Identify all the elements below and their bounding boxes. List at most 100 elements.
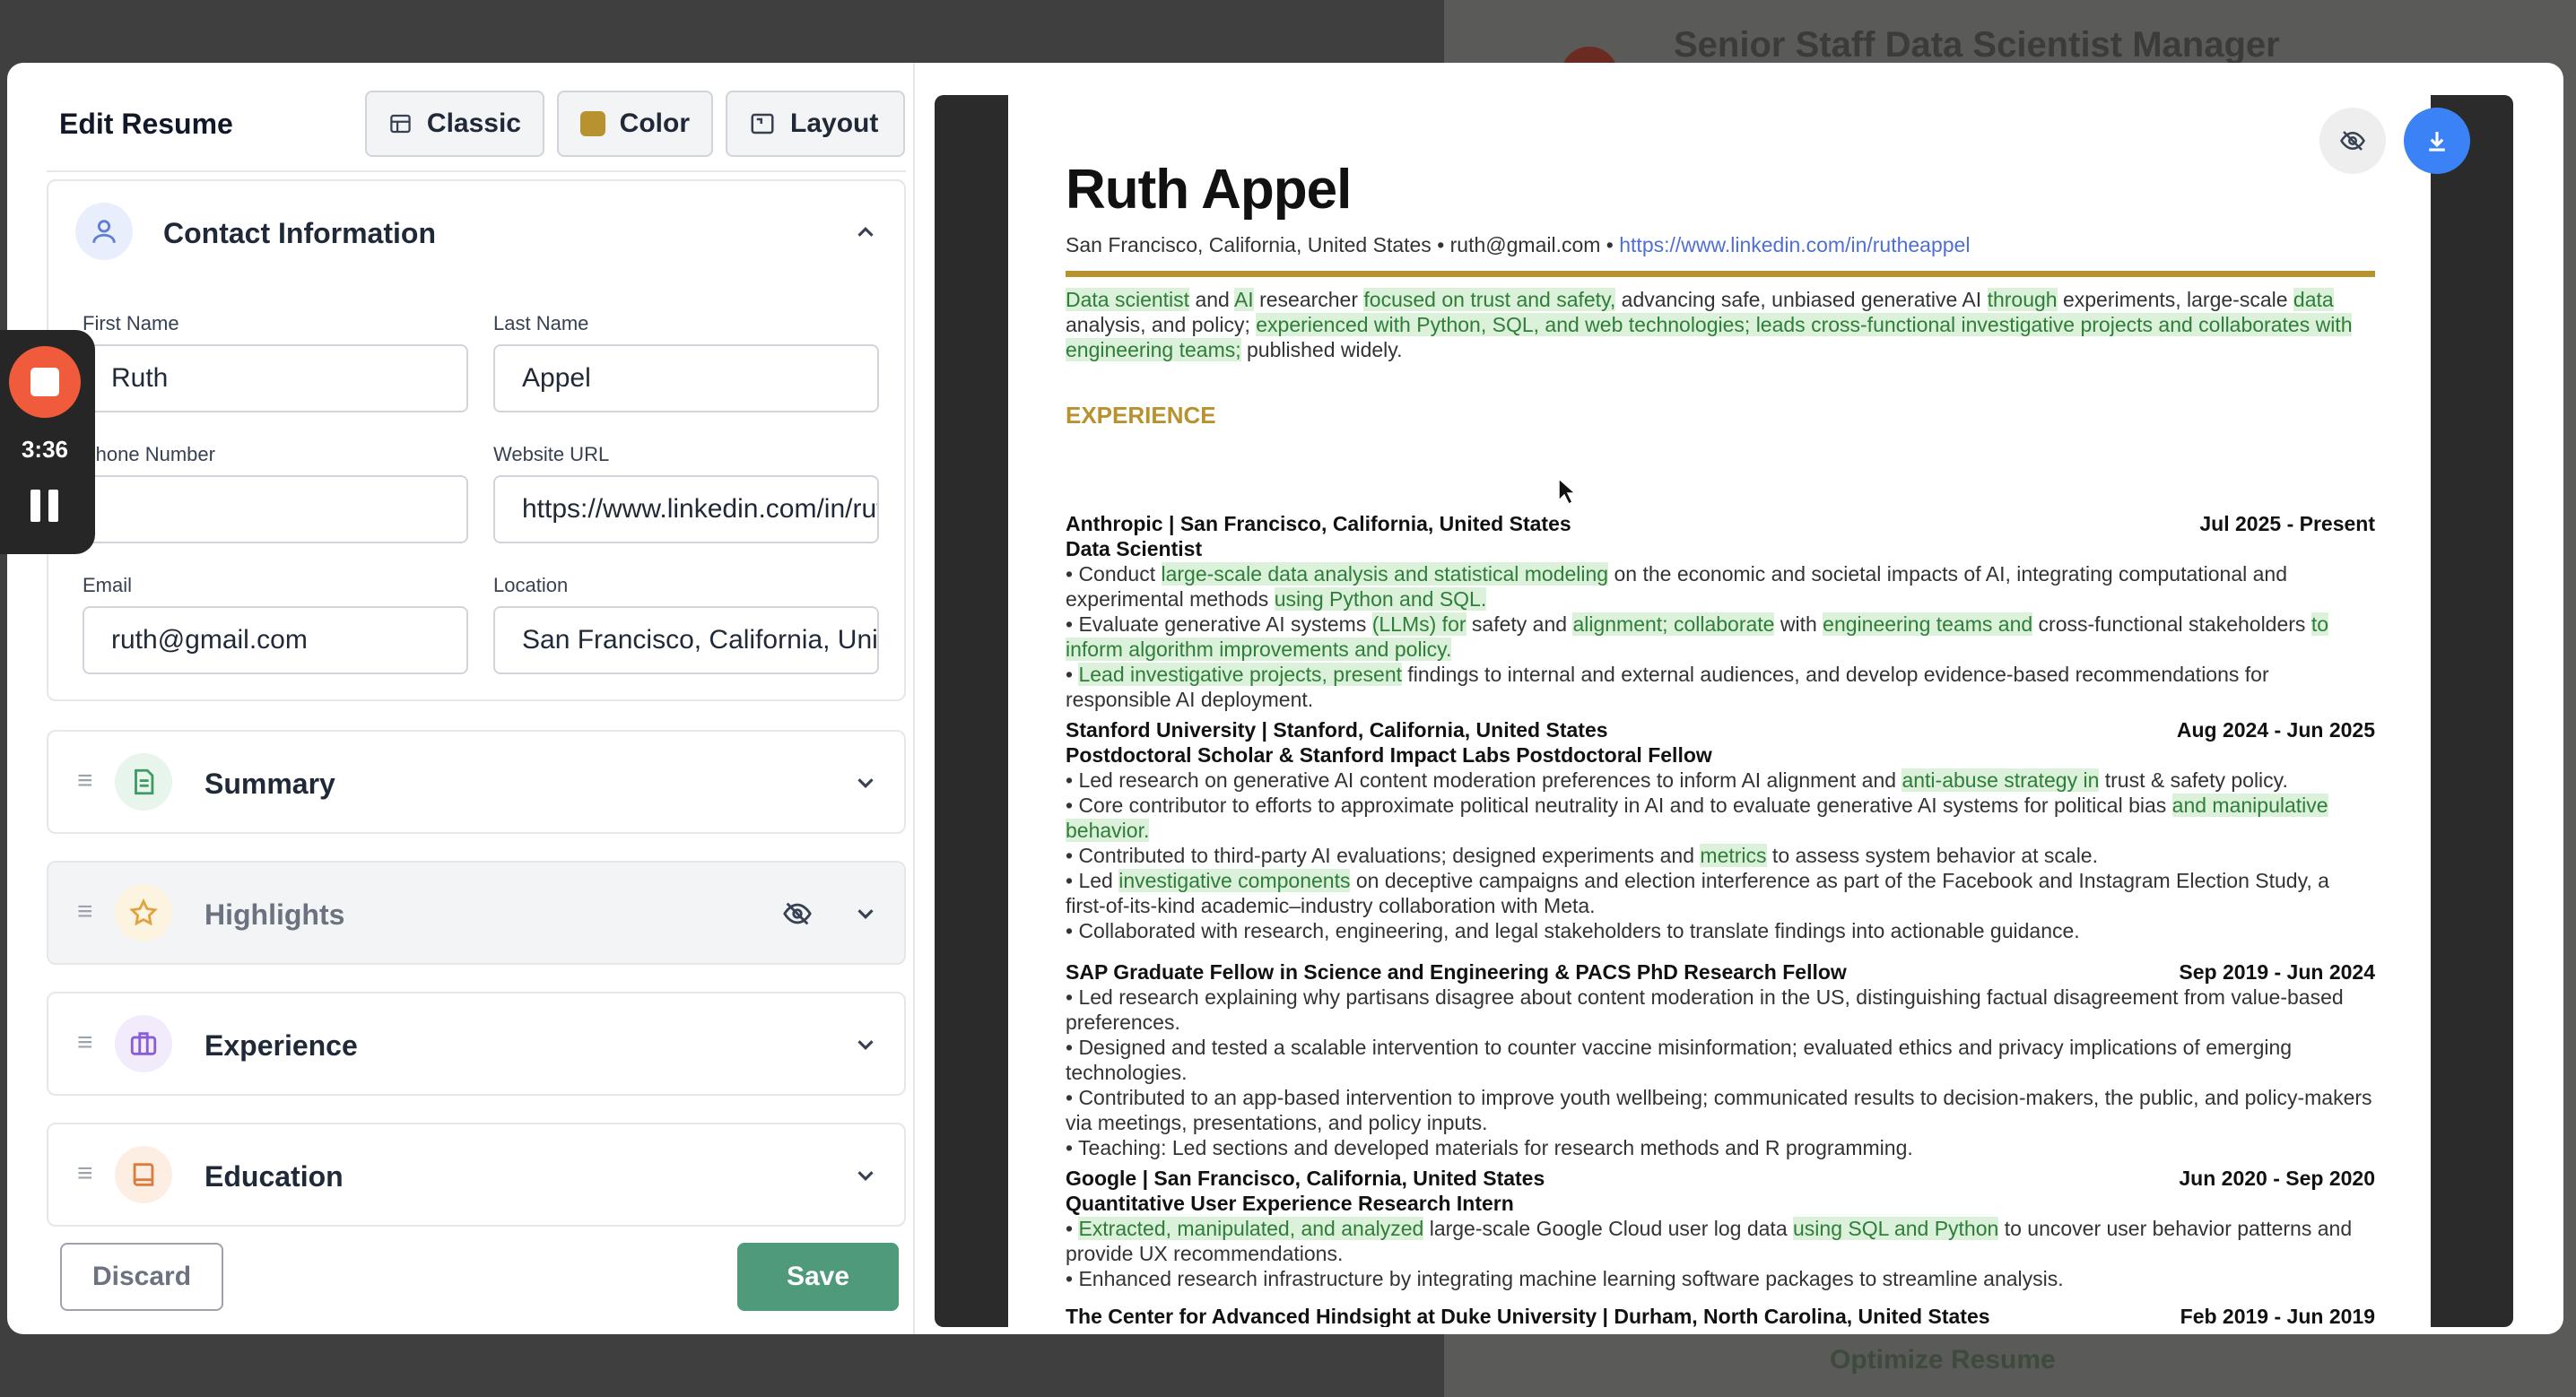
eye-off-icon[interactable] <box>782 898 813 929</box>
bullet-text: • Evaluate generative AI systems <box>1066 612 1372 636</box>
bullet-text: • Teaching: Led sections and developed m… <box>1066 1136 1913 1159</box>
bullet-text: safety and <box>1466 612 1573 636</box>
highlighted-text: AI <box>1233 288 1254 311</box>
star-icon-wrap <box>115 884 172 941</box>
person-icon-wrap <box>75 203 133 260</box>
stop-recording-button[interactable] <box>9 346 81 418</box>
drag-handle-icon[interactable]: ≡ <box>77 766 93 796</box>
website-url-input[interactable]: https://www.linkedin.com/in/rutheappel <box>493 475 879 543</box>
email-label: Email <box>83 574 133 596</box>
bullet-text: cross-functional stakeholders <box>2032 612 2311 636</box>
summary-text: researcher <box>1253 288 1364 311</box>
experience-section[interactable]: ≡ Experience <box>47 992 906 1096</box>
job-organization: The Center for Advanced Hindsight at Duk… <box>1066 1305 1990 1327</box>
email-input[interactable]: ruth@gmail.com <box>83 606 468 674</box>
briefcase-icon <box>130 1032 157 1055</box>
save-button[interactable]: Save <box>737 1243 899 1311</box>
bullet-text: with <box>1774 612 1823 636</box>
last-name-input[interactable]: Appel <box>493 344 879 412</box>
highlights-section[interactable]: ≡ Highlights <box>47 861 906 965</box>
highlighted-text: Data scientist <box>1066 288 1190 311</box>
hide-highlights-button[interactable] <box>2319 108 2386 174</box>
bullet-text: • Enhanced research infrastructure by in… <box>1066 1267 2064 1290</box>
book-icon-wrap <box>115 1146 172 1203</box>
resume-preview-panel: Ruth Appel San Francisco, California, Un… <box>935 95 2513 1327</box>
job-role: Postdoctoral Scholar & Stanford Impact L… <box>1066 743 1712 767</box>
highlighted-text: metrics <box>1700 844 1767 867</box>
discard-button[interactable]: Discard <box>60 1243 223 1311</box>
education-section[interactable]: ≡ Education <box>47 1123 906 1227</box>
location-input[interactable]: San Francisco, California, United States <box>493 606 879 674</box>
highlighted-text: investigative components <box>1118 869 1351 892</box>
experience-title: Experience <box>205 1029 358 1062</box>
stop-icon <box>30 368 59 396</box>
location-label: Location <box>493 574 569 596</box>
edit-resume-modal: Edit Resume Classic Color Layout Contact… <box>7 63 2563 1334</box>
background-optimize-label: Optimize Resume <box>1830 1345 2056 1375</box>
document-icon <box>135 768 154 795</box>
job-entry: Anthropic | San Francisco, California, U… <box>1066 511 2375 712</box>
highlighted-text: alignment; collaborate <box>1572 612 1775 636</box>
education-title: Education <box>205 1160 344 1193</box>
classic-template-button[interactable]: Classic <box>365 91 544 157</box>
resume-linkedin-link[interactable]: https://www.linkedin.com/in/rutheappel <box>1619 233 1970 256</box>
highlighted-text: using SQL and Python <box>1793 1217 1999 1240</box>
layout-icon <box>751 113 774 134</box>
summary-section[interactable]: ≡ Summary <box>47 730 906 834</box>
chevron-down-icon[interactable] <box>852 1162 879 1189</box>
experience-heading: EXPERIENCE <box>1066 402 1216 429</box>
last-name-label: Last Name <box>493 312 589 334</box>
job-bullet: • Contributed to third-party AI evaluati… <box>1066 843 2375 868</box>
highlighted-text: focused on trust and safety, <box>1363 288 1616 311</box>
job-organization: Stanford University | Stanford, Californ… <box>1066 718 1608 742</box>
mouse-cursor-icon <box>1558 477 1577 506</box>
chevron-down-icon[interactable] <box>852 900 879 927</box>
job-header: Anthropic | San Francisco, California, U… <box>1066 511 2375 536</box>
job-entry: SAP Graduate Fellow in Science and Engin… <box>1066 959 2375 1160</box>
editor-panel: Edit Resume Classic Color Layout Contact… <box>7 63 915 1334</box>
highlighted-text: large-scale data analysis and statistica… <box>1161 562 1609 586</box>
drag-handle-icon[interactable]: ≡ <box>77 897 93 927</box>
highlighted-text: Extracted, manipulated, and analyzed <box>1078 1217 1424 1240</box>
job-role: Quantitative User Experience Research In… <box>1066 1192 1514 1215</box>
pause-icon[interactable] <box>30 490 59 522</box>
job-role: Data Scientist <box>1066 537 1203 560</box>
job-dates: Feb 2019 - Jun 2019 <box>2180 1305 2375 1327</box>
resume-page: Ruth Appel San Francisco, California, Un… <box>1008 95 2431 1327</box>
highlighted-text: Lead investigative projects, present <box>1078 663 1402 686</box>
eye-off-icon <box>2340 131 2365 151</box>
color-label: Color <box>619 108 690 138</box>
job-bullet: • Led research on generative AI content … <box>1066 768 2375 793</box>
job-header: SAP Graduate Fellow in Science and Engin… <box>1066 959 2375 985</box>
job-bullet: • Conduct large-scale data analysis and … <box>1066 561 2375 612</box>
chevron-down-icon[interactable] <box>852 769 879 796</box>
header-divider <box>47 170 906 172</box>
drag-handle-icon[interactable]: ≡ <box>77 1028 93 1058</box>
drag-handle-icon[interactable]: ≡ <box>77 1158 93 1189</box>
job-bullet: • Core contributor to efforts to approxi… <box>1066 793 2375 843</box>
chevron-up-icon[interactable] <box>852 219 879 246</box>
bullet-text: • Contributed to an app-based interventi… <box>1066 1086 2372 1134</box>
summary-text: analysis, and policy; <box>1066 313 1257 336</box>
summary-text: experiments, large-scale <box>2057 288 2293 311</box>
bullet-text: • Designed and tested a scalable interve… <box>1066 1036 2293 1084</box>
color-button[interactable]: Color <box>557 91 713 157</box>
download-button[interactable] <box>2404 108 2470 174</box>
job-organization: Google | San Francisco, California, Unit… <box>1066 1167 1545 1190</box>
chevron-down-icon[interactable] <box>852 1031 879 1058</box>
person-icon <box>92 220 116 243</box>
job-dates: Sep 2019 - Jun 2024 <box>2179 960 2375 984</box>
first-name-input[interactable]: Ruth <box>83 344 468 412</box>
resume-contact-line: San Francisco, California, United States… <box>1066 233 1970 257</box>
highlights-title: Highlights <box>205 898 345 931</box>
phone-number-input[interactable] <box>83 475 468 543</box>
bullet-text: to assess system behavior at scale. <box>1766 844 2098 867</box>
job-bullet: • Evaluate generative AI systems (LLMs) … <box>1066 612 2375 662</box>
highlighted-text: (LLMs) for <box>1371 612 1466 636</box>
document-icon-wrap <box>115 753 172 811</box>
color-swatch-icon <box>580 111 605 136</box>
bullet-text: • Core contributor to efforts to approxi… <box>1066 794 2172 817</box>
recording-timer: 3:36 <box>21 436 69 463</box>
star-icon <box>129 898 158 926</box>
layout-button[interactable]: Layout <box>726 91 905 157</box>
